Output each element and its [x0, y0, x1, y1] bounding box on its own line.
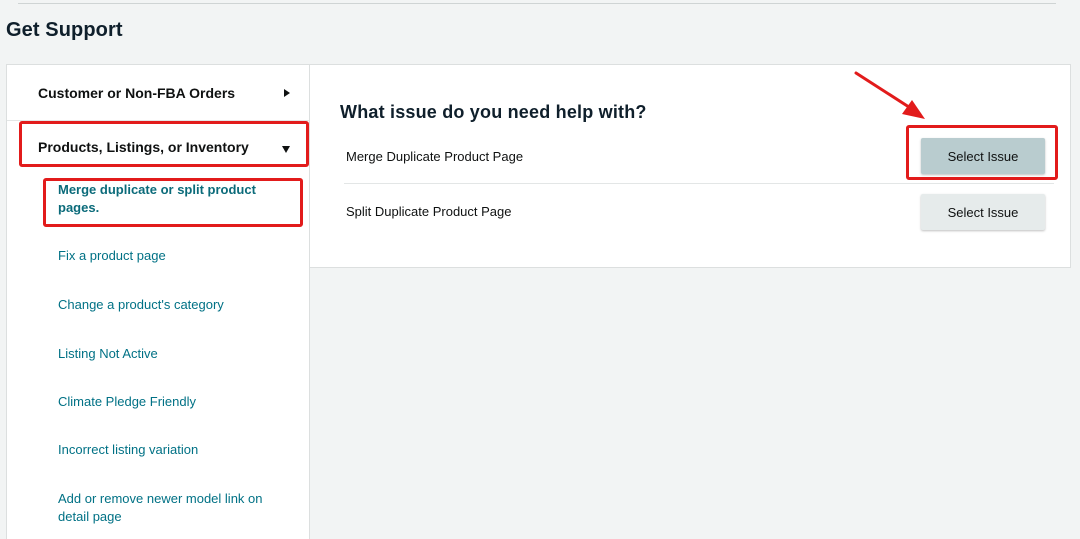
issue-panel: What issue do you need help with? Merge … [310, 64, 1071, 268]
subitem-listing-not-active[interactable]: Listing Not Active [58, 345, 283, 363]
category-sidebar: Customer or Non-FBA Orders Products, Lis… [6, 64, 310, 539]
subitem-climate-pledge[interactable]: Climate Pledge Friendly [58, 393, 283, 411]
category-label: Customer or Non-FBA Orders [38, 85, 236, 101]
issue-row-split: Split Duplicate Product Page Select Issu… [344, 185, 1054, 241]
subitem-newer-model-link[interactable]: Add or remove newer model link on detail… [58, 490, 283, 526]
issue-label: Split Duplicate Product Page [346, 204, 512, 219]
category-customer-orders[interactable]: Customer or Non-FBA Orders [7, 65, 309, 121]
category-products-listings[interactable]: Products, Listings, or Inventory [7, 120, 309, 176]
page-title: Get Support [6, 19, 123, 41]
support-page: Get Support Customer or Non-FBA Orders P… [0, 0, 1080, 539]
category-label: Products, Listings, or Inventory [38, 139, 249, 155]
issue-row-merge: Merge Duplicate Product Page Select Issu… [344, 128, 1054, 184]
subitem-incorrect-variation[interactable]: Incorrect listing variation [58, 441, 283, 459]
triangle-right-icon [284, 89, 290, 97]
subitem-change-category[interactable]: Change a product's category [58, 296, 283, 314]
issue-label: Merge Duplicate Product Page [346, 149, 524, 164]
top-divider [18, 3, 1056, 4]
triangle-down-icon [282, 146, 290, 153]
subitem-merge-split[interactable]: Merge duplicate or split product pages. [58, 181, 283, 217]
select-issue-button[interactable]: Select Issue [921, 138, 1045, 174]
issue-question: What issue do you need help with? [340, 102, 647, 122]
subitem-fix-product-page[interactable]: Fix a product page [58, 247, 283, 265]
select-issue-button[interactable]: Select Issue [921, 194, 1045, 230]
